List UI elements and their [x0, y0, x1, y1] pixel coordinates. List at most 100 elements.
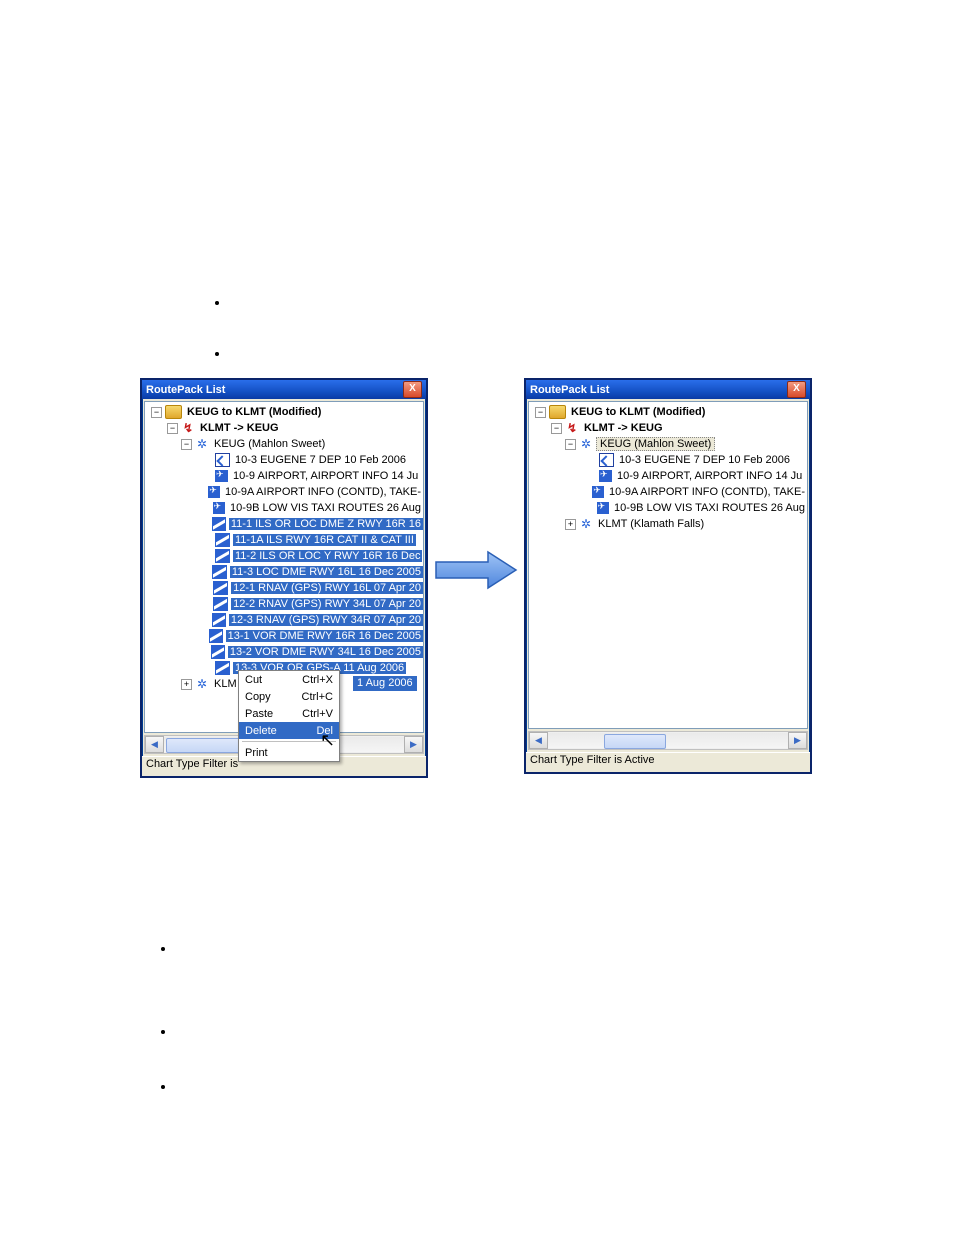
chart-icon — [215, 549, 230, 563]
status-text: Chart Type Filter is — [146, 758, 238, 770]
tree-chart[interactable]: 10-9 AIRPORT, AIRPORT INFO 14 Ju — [531, 468, 807, 484]
scroll-thumb[interactable] — [166, 738, 248, 753]
menu-shortcut: Ctrl+C — [302, 691, 333, 703]
tree-route[interactable]: ↯ KLMT -> KEUG — [531, 420, 807, 436]
context-menu[interactable]: CutCtrl+XCopyCtrl+CPasteCtrl+VDeleteDel … — [238, 670, 340, 762]
tree-label: 11-3 LOC DME RWY 16L 16 Dec 2005 — [230, 566, 423, 578]
tree-root[interactable]: KEUG to KLMT (Modified) — [531, 404, 807, 420]
tree-root[interactable]: KEUG to KLMT (Modified) — [147, 404, 423, 420]
status-bar: Chart Type Filter is Active — [526, 752, 810, 772]
tree-chart[interactable]: 12-3 RNAV (GPS) RWY 34R 07 Apr 20 — [147, 612, 423, 628]
chart-icon — [209, 629, 223, 643]
tree-chart[interactable]: 11-2 ILS OR LOC Y RWY 16R 16 Dec — [147, 548, 423, 564]
airport-icon — [215, 470, 228, 482]
window-title: RoutePack List — [146, 384, 403, 396]
tree-label: KLM — [212, 678, 239, 690]
arrow-icon — [434, 548, 520, 592]
chart-icon — [212, 565, 227, 579]
status-text: Chart Type Filter is Active — [530, 754, 655, 766]
extra-date-highlight: 1 Aug 2006 — [353, 676, 417, 691]
tree-label: 10-9B LOW VIS TAXI ROUTES 26 Aug — [228, 502, 423, 514]
expander-icon[interactable] — [167, 423, 178, 434]
tree-route[interactable]: ↯ KLMT -> KEUG — [147, 420, 423, 436]
menu-item-cut[interactable]: CutCtrl+X — [239, 671, 339, 688]
close-button[interactable]: X — [403, 381, 422, 398]
expander-icon[interactable] — [181, 439, 192, 450]
menu-item-paste[interactable]: PasteCtrl+V — [239, 705, 339, 722]
tree-chart[interactable]: 10-9B LOW VIS TAXI ROUTES 26 Aug — [147, 500, 423, 516]
tree-chart[interactable]: 10-9B LOW VIS TAXI ROUTES 26 Aug — [531, 500, 807, 516]
expander-icon[interactable] — [565, 519, 576, 530]
tree-label: 10-3 EUGENE 7 DEP 10 Feb 2006 — [233, 454, 408, 466]
expander-icon[interactable] — [565, 439, 576, 450]
chart-icon — [212, 613, 226, 627]
expander-icon[interactable] — [181, 679, 192, 690]
tree-chart[interactable]: 11-3 LOC DME RWY 16L 16 Dec 2005 — [147, 564, 423, 580]
scroll-left-button[interactable]: ◀ — [529, 732, 548, 749]
tree-label: 11-1 ILS OR LOC DME Z RWY 16R 16 — [229, 518, 423, 530]
expander-icon[interactable] — [535, 407, 546, 418]
tree-label: 13-1 VOR DME RWY 16R 16 Dec 2005 — [226, 630, 423, 642]
tree-chart[interactable]: 10-9 AIRPORT, AIRPORT INFO 14 Ju — [147, 468, 423, 484]
tree-label: 12-3 RNAV (GPS) RWY 34R 07 Apr 20 — [229, 614, 423, 626]
menu-label: Paste — [245, 708, 302, 720]
tree-label: KLMT -> KEUG — [582, 422, 665, 434]
tree-label: 10-9B LOW VIS TAXI ROUTES 26 Aug — [612, 502, 807, 514]
tree-chart[interactable]: 13-1 VOR DME RWY 16R 16 Dec 2005 — [147, 628, 423, 644]
horizontal-scrollbar[interactable]: ◀ ▶ — [528, 731, 808, 750]
folder-icon — [165, 405, 182, 419]
routepack-list-window-right: RoutePack List X KEUG to KLMT (Modified)… — [524, 378, 812, 774]
scroll-right-button[interactable]: ▶ — [404, 736, 423, 753]
gear-icon: ✲ — [579, 437, 593, 451]
scroll-left-button[interactable]: ◀ — [145, 736, 164, 753]
tree-label: KLMT -> KEUG — [198, 422, 281, 434]
route-icon: ↯ — [565, 421, 579, 435]
menu-label: Cut — [245, 674, 302, 686]
tree-label: 13-2 VOR DME RWY 34L 16 Dec 2005 — [228, 646, 423, 658]
chart-icon — [212, 517, 226, 531]
titlebar[interactable]: RoutePack List X — [526, 380, 810, 399]
expander-icon[interactable] — [151, 407, 162, 418]
tree-chart[interactable]: 10-3 EUGENE 7 DEP 10 Feb 2006 — [147, 452, 423, 468]
tree-chart[interactable]: 12-2 RNAV (GPS) RWY 34L 07 Apr 20 — [147, 596, 423, 612]
route-icon: ↯ — [181, 421, 195, 435]
menu-item-print[interactable]: Print — [239, 744, 339, 761]
close-button[interactable]: X — [787, 381, 806, 398]
menu-item-copy[interactable]: CopyCtrl+C — [239, 688, 339, 705]
tree-chart[interactable]: 13-2 VOR DME RWY 34L 16 Dec 2005 — [147, 644, 423, 660]
expander-icon[interactable] — [551, 423, 562, 434]
tree-label: KEUG (Mahlon Sweet) — [212, 438, 327, 450]
scroll-right-button[interactable]: ▶ — [788, 732, 807, 749]
tree-label: 12-2 RNAV (GPS) RWY 34L 07 Apr 20 — [231, 598, 423, 610]
tree-label: 12-1 RNAV (GPS) RWY 16L 07 Apr 20 — [231, 582, 423, 594]
tree-label: 10-9 AIRPORT, AIRPORT INFO 14 Ju — [615, 470, 804, 482]
titlebar[interactable]: RoutePack List X — [142, 380, 426, 399]
airport-icon — [213, 502, 226, 514]
airport-icon — [592, 486, 604, 498]
tree-label: KEUG to KLMT (Modified) — [185, 406, 323, 418]
menu-item-delete[interactable]: DeleteDel — [239, 722, 339, 739]
tree-chart[interactable]: 10-3 EUGENE 7 DEP 10 Feb 2006 — [531, 452, 807, 468]
tree-chart[interactable]: 10-9A AIRPORT INFO (CONTD), TAKE- — [531, 484, 807, 500]
chart-icon — [213, 597, 228, 611]
tree-chart[interactable]: 10-9A AIRPORT INFO (CONTD), TAKE- — [147, 484, 423, 500]
tree-label: 10-3 EUGENE 7 DEP 10 Feb 2006 — [617, 454, 792, 466]
tree-chart[interactable]: 12-1 RNAV (GPS) RWY 16L 07 Apr 20 — [147, 580, 423, 596]
scroll-track[interactable] — [548, 733, 788, 748]
menu-label: Print — [245, 747, 333, 759]
scroll-thumb[interactable] — [604, 734, 666, 749]
menu-shortcut: Ctrl+X — [302, 674, 333, 686]
tree-chart[interactable]: 11-1A ILS RWY 16R CAT II & CAT III — [147, 532, 423, 548]
tree-label: KEUG (Mahlon Sweet) — [596, 437, 715, 451]
tree-airport[interactable]: ✲ KEUG (Mahlon Sweet) — [531, 436, 807, 452]
tree-chart[interactable]: 11-1 ILS OR LOC DME Z RWY 16R 16 — [147, 516, 423, 532]
departure-icon — [215, 453, 230, 467]
menu-shortcut: Del — [316, 725, 333, 737]
tree-airport[interactable]: ✲ KLMT (Klamath Falls) — [531, 516, 807, 532]
menu-label: Copy — [245, 691, 302, 703]
airport-icon — [599, 470, 612, 482]
tree-view[interactable]: KEUG to KLMT (Modified) ↯ KLMT -> KEUG ✲… — [528, 401, 808, 729]
tree-label: 10-9 AIRPORT, AIRPORT INFO 14 Ju — [231, 470, 420, 482]
departure-icon — [599, 453, 614, 467]
tree-airport[interactable]: ✲ KEUG (Mahlon Sweet) — [147, 436, 423, 452]
